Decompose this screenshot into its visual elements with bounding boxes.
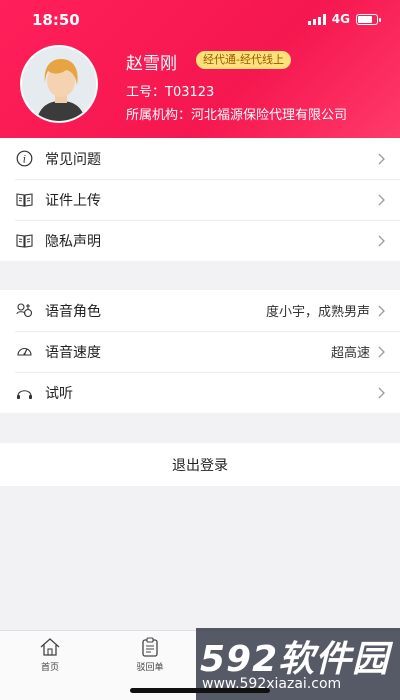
- tab-rejected[interactable]: 驳回单: [115, 637, 185, 673]
- signal-icon: [307, 13, 326, 25]
- book-icon: [15, 232, 33, 250]
- user-name: 赵雪刚: [126, 54, 177, 74]
- menu-item-label: 试听: [45, 385, 73, 402]
- menu-item-label: 证件上传: [45, 192, 101, 209]
- chevron-right-icon: [378, 235, 385, 246]
- menu-item-label: 语音速度: [45, 344, 101, 361]
- chevron-right-icon: [378, 387, 385, 398]
- chevron-right-icon: [378, 194, 385, 205]
- user-avatar-icon: [22, 47, 96, 121]
- chevron-right-icon: [378, 305, 385, 316]
- status-time: 18:50: [32, 11, 80, 29]
- menu-item-label: 隐私声明: [45, 233, 101, 250]
- voice-speed-value: 超高速: [330, 346, 370, 361]
- menu-item-faq[interactable]: i 常见问题: [0, 138, 400, 179]
- battery-icon: [356, 13, 381, 25]
- headphones-icon: [15, 384, 33, 402]
- voice-role-icon: [15, 302, 33, 320]
- chevron-right-icon: [378, 346, 385, 357]
- menu-item-voice-role[interactable]: 语音角色 度小宇，成熟男声: [0, 290, 400, 331]
- menu-group-voice: 语音角色 度小宇，成熟男声 语音速度 超高速 试听: [0, 290, 400, 413]
- menu-item-id-upload[interactable]: 证件上传: [0, 179, 400, 220]
- info-icon: i: [15, 150, 33, 168]
- clipboard-icon: [142, 637, 158, 657]
- network-type: 4G: [331, 12, 350, 26]
- home-indicator: [130, 688, 270, 693]
- watermark-title: 592软件园: [200, 639, 390, 680]
- menu-group-help: i 常见问题 证件上传 隐私声明: [0, 138, 400, 261]
- speedometer-icon: [15, 343, 33, 361]
- menu-item-label: 语音角色: [45, 303, 101, 320]
- home-icon: [40, 638, 60, 656]
- tab-home[interactable]: 首页: [15, 637, 85, 673]
- menu-item-voice-speed[interactable]: 语音速度 超高速: [0, 331, 400, 372]
- status-indicators: 4G: [307, 12, 381, 26]
- profile-header: 18:50 4G 赵雪刚 经代通-经代线上 工号：T03123 所属机构：河北福…: [0, 0, 400, 138]
- organization: 所属机构：河北福源保险代理有限公司: [126, 108, 348, 123]
- avatar[interactable]: [20, 45, 98, 123]
- status-bar: 18:50 4G: [0, 0, 400, 40]
- menu-item-label: 常见问题: [45, 151, 101, 168]
- svg-text:i: i: [22, 154, 25, 165]
- voice-role-value: 度小宇，成熟男声: [265, 305, 370, 320]
- menu-item-preview[interactable]: 试听: [0, 372, 400, 413]
- tab-label: 首页: [40, 663, 59, 673]
- chevron-right-icon: [378, 153, 385, 164]
- tab-label: 驳回单: [136, 663, 164, 673]
- book-icon: [15, 191, 33, 209]
- menu-item-privacy[interactable]: 隐私声明: [0, 220, 400, 261]
- employee-id: 工号：T03123: [126, 85, 215, 100]
- channel-badge: 经代通-经代线上: [196, 51, 291, 69]
- logout-button[interactable]: 退出登录: [0, 443, 400, 486]
